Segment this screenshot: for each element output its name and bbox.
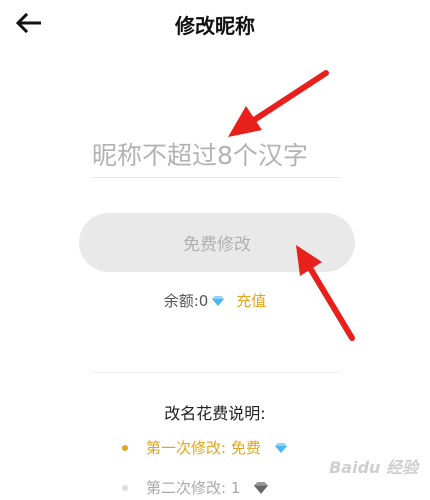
balance-amount: 0 [198,291,209,310]
bullet-dot-icon [122,484,128,491]
nickname-input[interactable] [92,134,340,178]
rule-item-second: 第二次修改: 1 [122,477,269,498]
free-modify-button[interactable]: 免费修改 [79,213,355,272]
recharge-link[interactable]: 充值 [236,290,266,311]
free-modify-label: 免费修改 [183,235,251,255]
diamond-icon [274,442,287,453]
header: 修改昵称 [0,0,430,50]
page-title: 修改昵称 [175,14,255,38]
rule-item-first: 第一次修改: 免费 [122,437,287,458]
diamond-icon [254,481,269,494]
rule-text: 第二次修改: 1 [146,479,241,497]
diamond-icon [212,295,225,306]
rule-text: 第一次修改: 免费 [146,439,261,457]
balance-label: 余额: [163,292,199,310]
bullet-dot-icon [122,444,128,451]
divider [92,372,340,373]
explain-title: 改名花费说明: [164,404,266,423]
watermark: Baidu 经验 [329,458,418,477]
balance-row: 余额: 0 充值 [0,290,430,311]
